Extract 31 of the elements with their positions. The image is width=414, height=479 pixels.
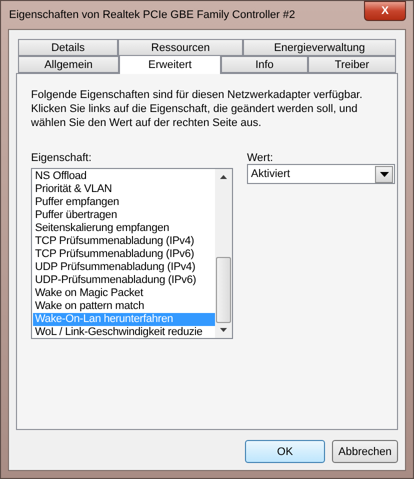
tab[interactable]: Energieverwaltung <box>243 39 396 56</box>
property-list-item[interactable]: Puffer übertragen <box>33 209 215 222</box>
scroll-thumb[interactable] <box>216 257 231 323</box>
tab[interactable]: Ressourcen <box>118 39 243 56</box>
property-list-item[interactable]: TCP Prüfsummenabladung (IPv4) <box>33 235 215 248</box>
close-button[interactable]: X <box>364 1 406 21</box>
cancel-button[interactable]: Abbrechen <box>332 440 398 463</box>
property-list-item[interactable]: UDP Prüfsummenabladung (IPv4) <box>33 261 215 274</box>
property-list-item[interactable]: Puffer empfangen <box>33 196 215 209</box>
property-label: Eigenschaft: <box>31 152 93 164</box>
property-list-item[interactable]: WoL / Link-Geschwindigkeit reduzie <box>33 326 215 338</box>
window-title: Eigenschaften von Realtek PCIe GBE Family Controller #2 <box>8 9 296 21</box>
value-dropdown[interactable]: Aktiviert <box>247 164 395 184</box>
property-list-item[interactable]: Priorität & VLAN <box>33 183 215 196</box>
property-list[interactable] <box>31 168 233 339</box>
tab[interactable]: Erweitert <box>119 55 221 74</box>
value-label: Wert: <box>247 152 274 164</box>
scrollbar[interactable] <box>215 169 232 338</box>
tab[interactable]: Info <box>221 56 308 73</box>
property-list-item[interactable]: UDP-Prüfsummenabladung (IPv6) <box>33 274 215 287</box>
property-list-item[interactable]: NS Offload <box>33 170 215 183</box>
tab[interactable]: Allgemein <box>18 56 119 73</box>
property-list-item[interactable]: Seitenskalierung empfangen <box>33 222 215 235</box>
property-list-item[interactable]: TCP Prüfsummenabladung (IPv6) <box>33 248 215 261</box>
tab[interactable]: Treiber <box>308 56 396 73</box>
property-list-item[interactable]: Wake on Magic Packet <box>33 287 215 300</box>
description-text: Folgende Eigenschaften sind für diesen Netzwerkadapter verfügbar. Klicken Sie links auf die Eigenschaft, die geändert werden soll, und wählen Sie den Wert auf der rechten Seite aus. <box>31 88 364 130</box>
dropdown-arrow-icon <box>380 172 388 176</box>
property-list-item[interactable]: Wake on pattern match <box>33 300 215 313</box>
tab[interactable]: Details <box>18 39 118 56</box>
ok-button[interactable]: OK <box>245 440 325 463</box>
